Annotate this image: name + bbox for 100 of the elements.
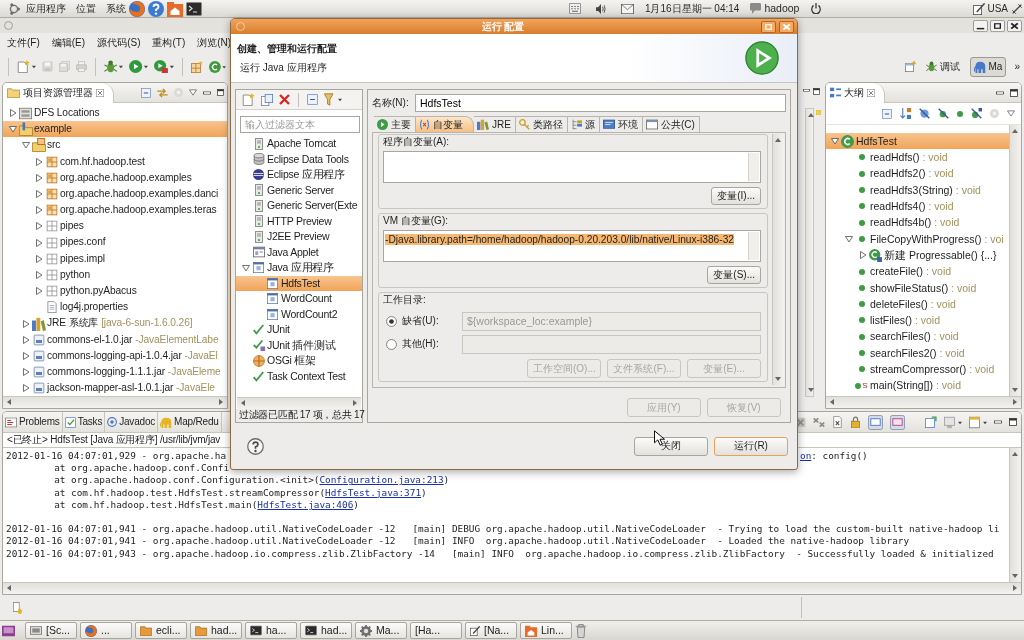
caret-right-icon[interactable]: [21, 351, 30, 360]
minimize-icon[interactable]: [994, 419, 1002, 425]
document-cross-icon[interactable]: [832, 416, 843, 428]
maximize-icon[interactable]: [813, 88, 820, 95]
delete-icon[interactable]: [279, 94, 290, 105]
horizontal-scrollbar[interactable]: [3, 396, 227, 408]
horizontal-scrollbar[interactable]: [826, 396, 1021, 408]
more-perspectives[interactable]: »: [1014, 60, 1020, 73]
tab[interactable]: 公共(C): [642, 116, 700, 132]
tree-item[interactable]: readHdfs4b() : void: [826, 214, 1009, 231]
slashed-circle-icon[interactable]: [919, 108, 930, 119]
view-tab[interactable]: Problems: [3, 412, 63, 433]
vertical-scrollbar[interactable]: [772, 134, 784, 385]
caret-down-icon[interactable]: [830, 137, 839, 146]
collapse-icon[interactable]: [307, 94, 318, 105]
tree-item[interactable]: org.apache.hadoop.examples.danci: [3, 185, 227, 203]
caret-right-icon[interactable]: [21, 319, 30, 328]
minimize-icon[interactable]: [973, 19, 988, 32]
menu-item[interactable]: 重构(T): [152, 36, 186, 49]
taskbar-button[interactable]: ecli...: [135, 622, 187, 639]
new-file-icon[interactable]: [242, 93, 255, 106]
desktop-icon[interactable]: [2, 624, 15, 637]
logo-icon[interactable]: [8, 2, 20, 15]
tree-item[interactable]: showFileStatus() : void: [826, 279, 1009, 296]
tab[interactable]: 源: [567, 116, 600, 132]
tree-item[interactable]: log4j.properties: [3, 299, 227, 316]
variables-button[interactable]: 变量(I)...: [711, 187, 761, 205]
taskbar-button[interactable]: had...: [300, 622, 352, 639]
swap-arrows-icon[interactable]: [157, 87, 168, 98]
tree-item[interactable]: S main(String[]) : void: [826, 377, 1009, 394]
tree-item[interactable]: HTTP Preview: [236, 213, 362, 229]
tree-item[interactable]: Java 应用程序: [236, 260, 362, 276]
minimize-icon[interactable]: [203, 89, 211, 96]
copy-icon[interactable]: [261, 93, 273, 106]
lock-icon[interactable]: [850, 416, 861, 428]
name-field[interactable]: HdfsTest: [415, 93, 786, 112]
caret-down-icon[interactable]: [844, 234, 853, 243]
tree-item[interactable]: listFiles() : void: [826, 312, 1009, 329]
tree-item[interactable]: python.pyAbacus: [3, 283, 227, 300]
caret-right-icon[interactable]: [34, 287, 43, 296]
taskbar-button[interactable]: had...: [190, 622, 242, 639]
minimize-icon[interactable]: [803, 88, 810, 93]
tree-item[interactable]: J2EE Preview: [236, 229, 362, 245]
view-tab[interactable]: Map/Redu: [158, 412, 222, 433]
tree-item[interactable]: FileCopyWithProgress() : voi: [826, 230, 1009, 248]
tab[interactable]: 自变量: [416, 116, 474, 132]
taskbar-button[interactable]: [Na...: [465, 622, 517, 639]
tree-item[interactable]: jackson-mapper-asl-1.0.1.jar -JavaEle: [3, 380, 227, 396]
screen-icon[interactable]: [868, 414, 883, 430]
tree-item[interactable]: pipes.impl: [3, 250, 227, 267]
taskbar-button[interactable]: ha...: [245, 622, 297, 639]
tree-item[interactable]: Apache Tomcat: [236, 136, 362, 152]
panel-menu[interactable]: 位置: [76, 2, 96, 15]
menu-item[interactable]: 文件(F): [7, 36, 40, 49]
tree-item[interactable]: HdfsTest: [236, 275, 362, 291]
tree-item[interactable]: example: [3, 121, 227, 138]
menu-icon[interactable]: [1007, 110, 1015, 117]
panel-menu[interactable]: 系统: [106, 2, 126, 15]
chat-icon[interactable]: [750, 3, 762, 14]
screen-icon[interactable]: [890, 414, 905, 430]
filter-icon[interactable]: [324, 93, 342, 106]
tree-item[interactable]: commons-logging-1.1.1.jar -JavaEleme: [3, 364, 227, 381]
bug-icon[interactable]: [104, 60, 123, 73]
source-link[interactable]: HdfsTest.java:371: [325, 486, 422, 499]
tab[interactable]: JRE: [474, 116, 516, 132]
tree-item[interactable]: readHdfs2() : void: [826, 165, 1009, 182]
tree-item[interactable]: JRE 系统库 [java-6-sun-1.6.0.26]: [3, 315, 227, 332]
tree-item[interactable]: createFile() : void: [826, 263, 1009, 280]
tree-item[interactable]: WordCount: [236, 291, 362, 307]
caret-right-icon[interactable]: [34, 190, 43, 199]
caret-down-icon[interactable]: [241, 263, 250, 272]
page-icon[interactable]: [12, 601, 22, 614]
user-name[interactable]: hadoop: [764, 2, 800, 15]
source-link[interactable]: Configuration.java:213: [319, 474, 444, 487]
caret-right-icon[interactable]: [21, 335, 30, 344]
tree-item[interactable]: org.apache.hadoop.examples: [3, 169, 227, 186]
filter-field[interactable]: 输入过滤器文本: [240, 116, 360, 133]
tab[interactable]: 类路径: [515, 116, 568, 132]
tree-item[interactable]: HdfsTest: [826, 133, 1009, 150]
tree-item[interactable]: deleteFiles() : void: [826, 295, 1009, 313]
tree-item[interactable]: commons-logging-api-1.0.4.jar -JavaEl: [3, 347, 227, 364]
minimize-icon[interactable]: [996, 89, 1004, 96]
double-cross-icon[interactable]: [813, 416, 825, 428]
tree-item[interactable]: pipes: [3, 218, 227, 235]
new-window-icon[interactable]: [925, 416, 937, 428]
tree-item[interactable]: commons-el-1.0.jar -JavaElementLabe: [3, 331, 227, 348]
source-link[interactable]: HdfsTest.java:406: [257, 498, 354, 511]
caret-down-icon[interactable]: [8, 125, 17, 134]
vertical-scrollbar[interactable]: [1009, 125, 1021, 396]
caret-right-icon[interactable]: [858, 251, 867, 260]
close-icon[interactable]: [1007, 19, 1022, 32]
radio-option[interactable]: 缺省(U):: [383, 315, 462, 327]
horizontal-scrollbar[interactable]: [3, 582, 1021, 594]
run-icon[interactable]: [129, 60, 148, 73]
program-arguments-field[interactable]: [383, 151, 761, 183]
tree-item[interactable]: src: [3, 137, 227, 154]
taskbar-button[interactable]: ...: [80, 622, 132, 639]
caret-right-icon[interactable]: [34, 222, 43, 231]
variables-button[interactable]: 变量(S)...: [707, 266, 761, 284]
taskbar-button[interactable]: [Sc...: [25, 622, 77, 639]
